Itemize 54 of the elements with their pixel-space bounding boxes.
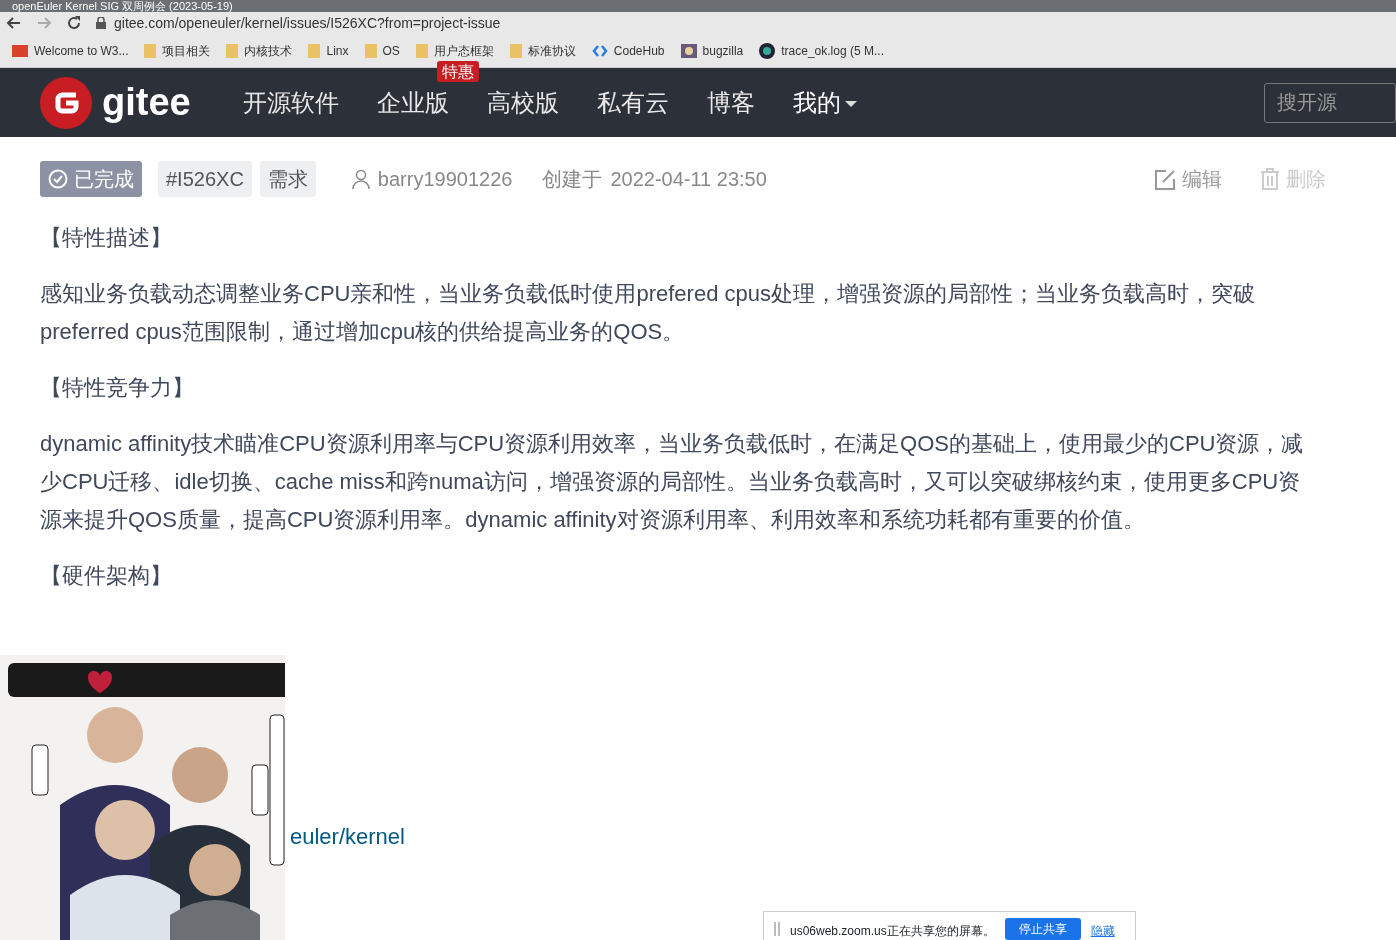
- paragraph: dynamic affinity技术瞄准CPU资源利用率与CPU资源利用效率，当业务负载低时，在满足QOS的基础上，使用最少的CPU资源，减少CPU迁移、idle切换、cache miss和跨numa访问，增强资源的局部性。当业务负载高时，又可以突破绑核约束，使用更多CPU资源来提升QOS质量，提高CPU资源利用率。dynamic affinity对资源利用率、利用效率和系统功耗都有重要的价值。: [40, 430, 1305, 534]
- link-icon: [591, 43, 608, 58]
- created-time: 2022-04-11 23:50: [610, 167, 767, 192]
- back-icon[interactable]: [6, 15, 22, 31]
- drag-handle-icon: [774, 922, 780, 936]
- lock-icon: [96, 17, 106, 29]
- bookmark[interactable]: Welcome to W3...: [4, 41, 137, 60]
- folder-icon: [509, 43, 522, 58]
- issue-number: #I526XC: [158, 161, 252, 197]
- bookmark[interactable]: 用户态框架: [407, 41, 502, 60]
- nav-link[interactable]: 高校版: [486, 84, 559, 121]
- repo-link[interactable]: euler/kernel: [290, 820, 405, 853]
- bookmark[interactable]: bugzilla: [672, 41, 752, 60]
- bookmark[interactable]: 标准协议: [501, 41, 584, 60]
- bookmark[interactable]: 内核技术: [218, 41, 301, 60]
- section-heading: 【硬件架构】: [40, 562, 173, 590]
- edit-icon: [1154, 168, 1176, 190]
- stop-sharing-button[interactable]: 停止共享: [1004, 918, 1081, 940]
- section-heading: 【特性竞争力】: [40, 374, 195, 402]
- bookmark[interactable]: Linx: [300, 41, 357, 60]
- user-icon: [351, 169, 370, 189]
- folder-icon: [226, 43, 239, 58]
- bookmark[interactable]: CodeHub: [583, 41, 673, 60]
- nav-link[interactable]: 博客: [706, 84, 755, 121]
- hide-link[interactable]: 隐藏: [1090, 922, 1115, 940]
- nav-link[interactable]: 开源软件: [242, 84, 339, 121]
- image-icon: [680, 43, 697, 58]
- logo-text: gitee: [102, 80, 191, 125]
- trash-icon: [1260, 168, 1280, 190]
- w3-icon: [12, 44, 28, 57]
- window-title: openEuler Kernel SIG 双周例会 (2023-05-19): [0, 0, 1396, 12]
- bookmark[interactable]: OS: [356, 41, 408, 60]
- nav-link[interactable]: 私有云: [596, 84, 669, 121]
- nav-link[interactable]: 企业版: [376, 84, 449, 121]
- folder-icon: [415, 43, 428, 58]
- search-field[interactable]: 搜开源: [1264, 82, 1396, 123]
- author-name: barry19901226: [377, 167, 513, 192]
- folder-icon: [364, 43, 377, 58]
- folder-icon: [144, 43, 157, 58]
- bookmark[interactable]: trace_ok.log (5 M...: [751, 41, 892, 60]
- paragraph: 感知业务负载动态调整业务CPU亲和性，当业务负载低时使用prefered cpus处理，增强资源的局部性；当业务负载高时，突破preferred cpus范围限制，通过增加cpu核的供给提高业务的QOS。: [40, 280, 1256, 346]
- status-badge: 已完成: [40, 161, 142, 197]
- check-circle-icon: [48, 169, 68, 189]
- caret-icon: [844, 100, 857, 109]
- share-message: us06web.zoom.us正在共享您的屏幕。: [790, 923, 995, 940]
- nav-link[interactable]: 我的: [792, 84, 857, 121]
- issue-type: 需求: [259, 161, 316, 197]
- folder-icon: [308, 43, 321, 58]
- globe-icon: [759, 42, 776, 59]
- bookmark[interactable]: 项目相关: [136, 41, 219, 60]
- section-heading: 【特性描述】: [40, 224, 173, 252]
- logo-icon: [40, 76, 92, 129]
- reload-icon[interactable]: [66, 15, 82, 31]
- created-label: 创建于: [542, 167, 603, 192]
